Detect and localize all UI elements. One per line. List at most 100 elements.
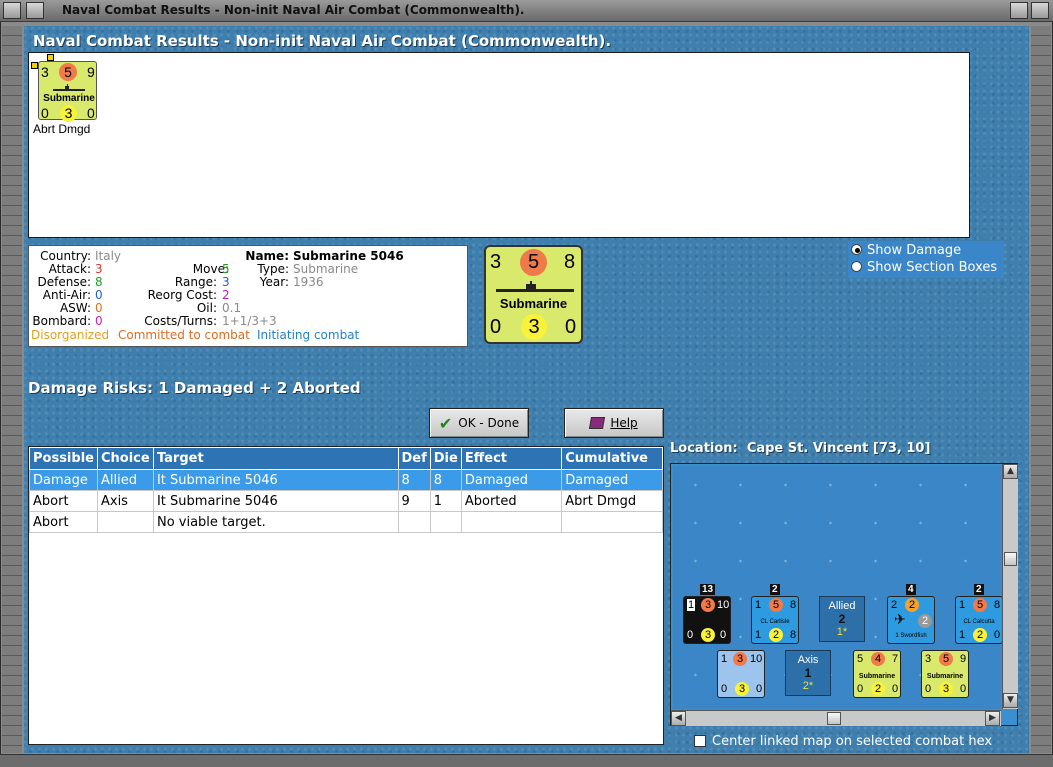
- restore-button[interactable]: [26, 2, 44, 19]
- scroll-left-arrow-icon[interactable]: ◀: [671, 711, 686, 726]
- table-row[interactable]: Abort Axis It Submarine 5046 9 1 Aborted…: [29, 490, 663, 512]
- combat-results-table: Possible Choice Target Def Die Effect Cu…: [29, 447, 663, 533]
- allied-unit-counter[interactable]: 2 1 5 8 CL Calcutta 1 2 0: [955, 584, 1003, 644]
- location-label: Location:: [670, 441, 738, 456]
- unit-bottom-left: 0: [687, 629, 694, 641]
- selected-unit-counter[interactable]: 3 5 8 Submarine 0 3 0: [484, 245, 583, 344]
- title-bar[interactable]: Naval Combat Results - Non-init Naval Ai…: [0, 0, 1053, 22]
- oil-value: 0.1: [222, 301, 242, 315]
- unit-flag-count: 13: [700, 584, 716, 595]
- axis-box-label: Axis: [797, 654, 819, 666]
- unit-bottom-right: 0: [756, 683, 763, 695]
- checkmark-icon: ✔: [438, 413, 453, 433]
- unit-bottom-mid: 3: [939, 682, 953, 696]
- ok-done-button[interactable]: ✔ OK - Done: [429, 408, 529, 438]
- unit-attack: 3: [41, 64, 49, 80]
- country-value: Italy: [95, 249, 122, 263]
- allied-box-sub: 1*: [836, 626, 848, 638]
- col-target[interactable]: Target: [152, 447, 399, 470]
- help-label: Help: [610, 416, 638, 430]
- vertical-scroll-thumb[interactable]: [1004, 552, 1017, 566]
- map-horizontal-scrollbar[interactable]: ◀ ▶: [671, 710, 1001, 726]
- unit-caption: Submarine: [858, 673, 896, 680]
- center-map-checkbox[interactable]: Center linked map on selected combat hex: [694, 734, 992, 749]
- unit-defense: 4: [871, 652, 885, 666]
- unit-attack: 3: [925, 653, 932, 665]
- unit-defense: 3: [701, 598, 715, 612]
- unit-move: 2: [918, 614, 932, 628]
- anti-air-label: Anti-Air:: [42, 288, 91, 302]
- unit-bottom-right: 0: [892, 683, 899, 695]
- checkbox-unchecked-icon[interactable]: [694, 735, 706, 747]
- col-possible[interactable]: Possible: [29, 447, 98, 470]
- status-marker-icon: [47, 54, 54, 61]
- costs-turns-value: 1+1/3+3: [222, 314, 277, 328]
- unit-defense: 5: [939, 652, 953, 666]
- col-choice[interactable]: Choice: [96, 447, 154, 470]
- cell-def: 8: [397, 469, 431, 491]
- col-def[interactable]: Def: [397, 447, 431, 470]
- radio-selected-icon[interactable]: [851, 244, 862, 255]
- cell-cumulative: Abrt Dmgd: [561, 490, 663, 512]
- reorg-cost-label: Reorg Cost:: [147, 288, 217, 302]
- system-menu-button[interactable]: [3, 2, 21, 19]
- ok-done-label: OK - Done: [458, 416, 520, 430]
- scroll-down-arrow-icon[interactable]: ▼: [1003, 693, 1018, 708]
- show-section-boxes-radio[interactable]: Show Section Boxes: [851, 260, 997, 275]
- col-effect[interactable]: Effect: [460, 447, 563, 470]
- unit-flag-count: 4: [906, 584, 916, 595]
- axis-unit-counter[interactable]: 3 5 9 Submarine 0 3 0: [921, 650, 969, 698]
- unit-caption: CL Calcutta: [963, 619, 995, 625]
- unit-bottom-mid: 3: [701, 628, 715, 642]
- axis-unit-counter[interactable]: 1 3 10 0 3 0: [717, 650, 765, 698]
- cell-cumulative: Damaged: [561, 469, 663, 491]
- radio-unselected-icon[interactable]: [851, 261, 862, 272]
- big-unit-bottom-left: 0: [490, 316, 502, 338]
- scroll-up-arrow-icon[interactable]: ▲: [1003, 464, 1018, 479]
- attack-label: Attack:: [48, 262, 91, 276]
- allied-side-box[interactable]: Allied 2 1*: [819, 596, 865, 642]
- cell-die: [429, 511, 462, 533]
- scroll-right-arrow-icon[interactable]: ▶: [985, 711, 1000, 726]
- unit-bottom-left: 0: [925, 683, 932, 695]
- unit-caption: CL Carlisle: [760, 619, 790, 625]
- allied-unit-counter[interactable]: 13 1 3 10 0 3 0: [683, 584, 731, 644]
- combat-hex-map[interactable]: 13 1 3 10 0 3 0 2 1 5 8 CL Carlisle 1 2 …: [670, 463, 1018, 726]
- big-unit-move: 8: [564, 251, 576, 273]
- cell-possible: Damage: [29, 469, 98, 491]
- table-row[interactable]: Abort No viable target.: [29, 511, 663, 533]
- table-header-row: Possible Choice Target Def Die Effect Cu…: [29, 447, 663, 470]
- unit-bottom-mid: 2: [973, 628, 987, 642]
- unit-bottom-right: 0: [87, 105, 95, 121]
- year-label: Year:: [259, 275, 289, 289]
- cell-die: 8: [429, 469, 462, 491]
- allied-box-label: Allied: [828, 600, 856, 612]
- map-viewport[interactable]: 13 1 3 10 0 3 0 2 1 5 8 CL Carlisle 1 2 …: [673, 466, 1003, 709]
- cell-target: It Submarine 5046: [152, 490, 399, 512]
- submarine-silhouette-icon: [496, 281, 574, 292]
- unit-attack: 2: [891, 599, 898, 611]
- table-row[interactable]: Damage Allied It Submarine 5046 8 8 Dama…: [29, 469, 663, 491]
- col-die[interactable]: Die: [429, 447, 462, 470]
- map-vertical-scrollbar[interactable]: ▲ ▼: [1002, 464, 1018, 709]
- axis-unit-counter[interactable]: 5 4 7 Submarine 0 2 0: [853, 650, 901, 698]
- big-unit-attack: 3: [490, 251, 502, 273]
- cell-choice: Allied: [96, 469, 154, 491]
- col-cumulative[interactable]: Cumulative: [561, 447, 663, 470]
- show-damage-radio[interactable]: Show Damage: [851, 243, 961, 258]
- result-unit-counter[interactable]: 3 5 9 Submarine 0 3 0: [38, 61, 97, 122]
- help-book-icon: [589, 417, 606, 429]
- unit-bottom-right: 0: [720, 629, 727, 641]
- close-button[interactable]: [1031, 2, 1049, 19]
- unit-move: 10: [717, 599, 730, 611]
- axis-box-sub: 2*: [802, 680, 814, 692]
- axis-side-box[interactable]: Axis 1 2*: [785, 650, 831, 696]
- unit-bottom-left: 1: [959, 629, 966, 641]
- horizontal-scroll-thumb[interactable]: [827, 712, 841, 725]
- help-button[interactable]: Help: [564, 408, 664, 438]
- unit-flag-count: 2: [974, 584, 984, 595]
- allied-air-unit-counter[interactable]: 4 2 2 2 ✈ 1 Swordfish: [887, 584, 935, 644]
- unit-attack: 1: [755, 599, 762, 611]
- minimize-button[interactable]: [1010, 2, 1028, 19]
- allied-unit-counter[interactable]: 2 1 5 8 CL Carlisle 1 2 8: [751, 584, 799, 644]
